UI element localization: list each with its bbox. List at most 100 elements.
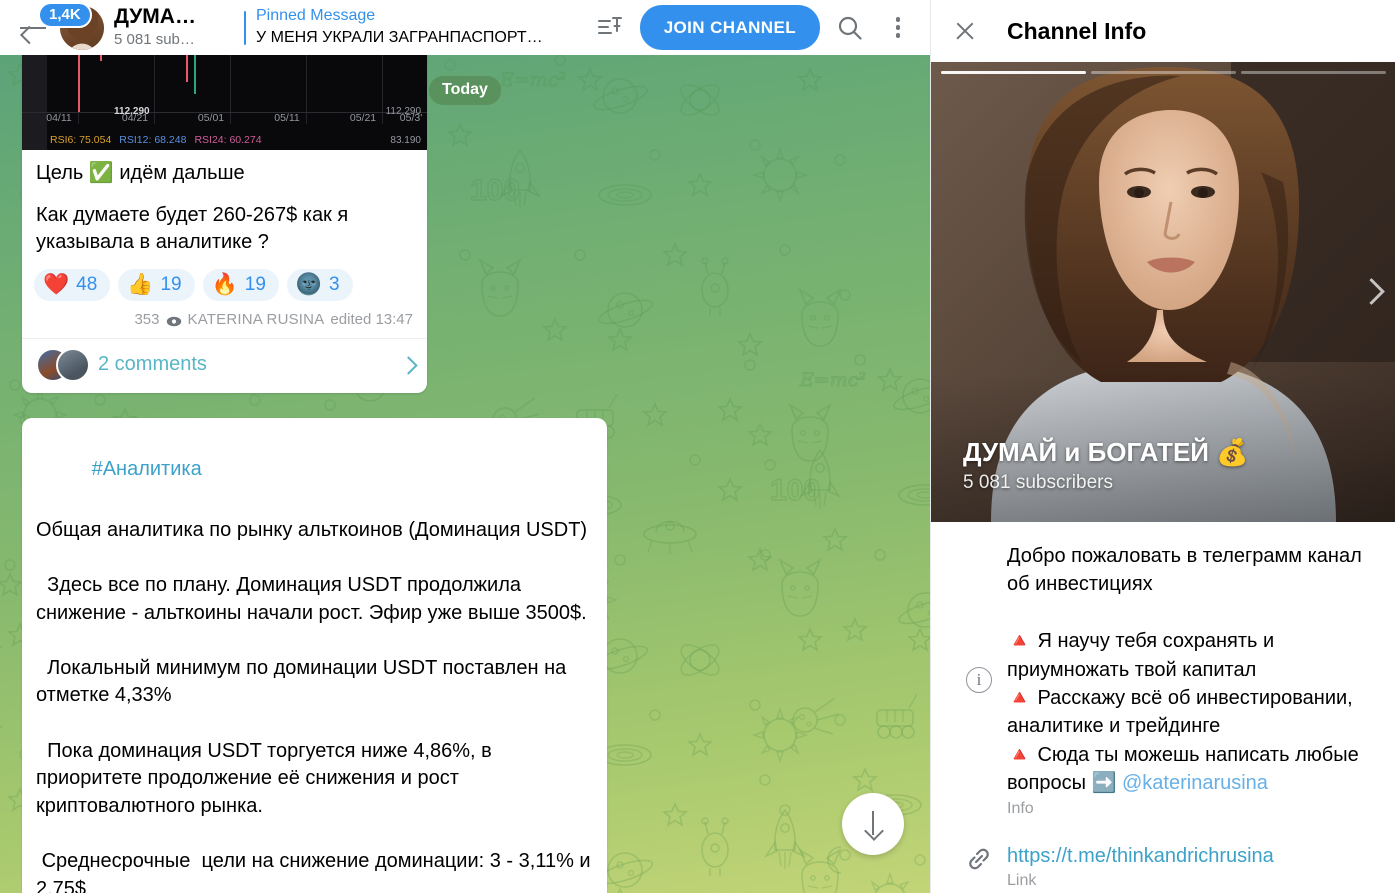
red-triangle-icon: 🔺	[1007, 630, 1032, 653]
chart-candle	[194, 50, 196, 94]
red-triangle-icon: 🔺	[1007, 686, 1032, 709]
reactions-row: ❤️ 48 👍 19 🔥 19 🌚 3	[22, 257, 427, 303]
reaction-chip[interactable]: 🌚 3	[286, 268, 353, 301]
channel-display-name: ДУМАЙ и БОГАТЕЙ 💰	[963, 436, 1249, 467]
chart-attachment[interactable]: 112.290 112.290 04/11 04/21 05/01 05/11 …	[22, 50, 427, 150]
pinned-list-button[interactable]	[588, 6, 632, 50]
info-rows: i Добро пожаловать в телеграмм канал об …	[931, 522, 1395, 893]
channel-subscribers: 5 081 subscribers	[963, 472, 1113, 493]
channel-info-panel: Channel Info ДУМАЙ и БОГАТЕЙ 💰 5 081 sub…	[930, 0, 1395, 893]
hero-caption: ДУМАЙ и БОГАТЕЙ 💰 5 081 subscribers	[963, 437, 1249, 494]
info-row-body: https://t.me/thinkandrichrusina Link	[1007, 842, 1375, 890]
chart-left-gutter	[22, 50, 47, 150]
view-count: 353	[134, 310, 160, 328]
info-row-link[interactable]: https://t.me/thinkandrichrusina Link	[931, 828, 1395, 893]
chart-x-tick: 05/01	[197, 112, 225, 124]
chart-bottom-right-label: 83.190	[390, 135, 421, 146]
date-badge: Today	[429, 76, 501, 105]
message-text-line-2: Как думаете будет 260-267$ как я указыва…	[36, 203, 349, 254]
reaction-count: 48	[76, 273, 98, 295]
close-button[interactable]	[943, 9, 987, 53]
chart-x-tick: 05/11	[274, 112, 300, 124]
reaction-chip[interactable]: 🔥 19	[202, 268, 279, 301]
photo-carousel-indicator	[941, 71, 1386, 74]
info-panel-title: Channel Info	[1007, 17, 1147, 44]
chart-x-tick: 05/3'	[399, 112, 423, 124]
message-author: KATERINA RUSINA	[187, 310, 325, 328]
chart-x-tick: 04/11	[46, 112, 72, 124]
reaction-count: 3	[329, 273, 340, 295]
message-text-line-1: Цель ✅ идём дальше	[36, 162, 245, 184]
pinned-indicator-bar	[244, 10, 246, 45]
info-panel-header: Channel Info	[931, 0, 1395, 62]
info-row-sublabel: Link	[1007, 871, 1037, 889]
more-vertical-icon	[895, 18, 901, 37]
pinned-message-banner[interactable]: Pinned Message У МЕНЯ УКРАЛИ ЗАГРАНПАСПО…	[244, 6, 588, 49]
pinned-list-icon	[597, 16, 622, 34]
desc-part-1: Добро пожаловать в телеграмм канал об ин…	[1007, 545, 1362, 596]
hashtag-link[interactable]: #Аналитика	[92, 458, 202, 480]
message-meta: 353 KATERINA RUSINA edited 13:47	[22, 303, 427, 338]
reaction-emoji: 🔥	[211, 273, 238, 297]
message-bubble-analytics[interactable]: #Аналитика Общая аналитика по рынку альт…	[22, 418, 607, 893]
header-actions: JOIN CHANNEL	[588, 5, 920, 50]
message-list[interactable]: Today 112.290 112.290 04/11 04/21 05/01 …	[0, 0, 930, 893]
link-glyph	[969, 848, 989, 869]
message-edited-time: edited 13:47	[330, 310, 413, 328]
more-options-button[interactable]	[876, 6, 920, 50]
message-bubble-chart[interactable]: 112.290 112.290 04/11 04/21 05/01 05/11 …	[22, 50, 427, 393]
chart-candle	[186, 54, 188, 82]
search-button[interactable]	[828, 6, 872, 50]
chart-candle	[78, 50, 80, 112]
pinned-message-text: У МЕНЯ УКРАЛИ ЗАГРАНПАСПОРТ…	[256, 29, 543, 47]
channel-title-block[interactable]: ДУМА… 5 081 sub…	[114, 5, 232, 50]
desc-part-2: Я научу тебя сохранять и приумножать тво…	[1007, 630, 1275, 681]
avatar	[56, 347, 90, 382]
chat-column: E=mc² 100	[0, 0, 930, 893]
carousel-bar[interactable]	[941, 71, 1086, 74]
comments-bar[interactable]: 2 comments	[22, 337, 427, 393]
reaction-count: 19	[160, 273, 182, 295]
telegram-window: E=mc² 100	[0, 0, 1395, 893]
pinned-label: Pinned Message	[256, 7, 376, 25]
mention-link[interactable]: @katerinarusina	[1122, 772, 1268, 794]
message-text: Общая аналитика по рынку альткоинов (Дом…	[36, 518, 591, 893]
channel-subscriber-count: 5 081 sub…	[114, 31, 195, 49]
join-channel-button[interactable]: JOIN CHANNEL	[639, 5, 820, 50]
info-glyph: i	[966, 666, 992, 693]
channel-photo-hero[interactable]: ДУМАЙ и БОГАТЕЙ 💰 5 081 subscribers	[931, 62, 1395, 522]
info-circle-icon: i	[951, 666, 1007, 693]
chart-rsi-row: RSI6: 75.054 RSI12: 68.248 RSI24: 60.274	[50, 134, 262, 146]
message-hashtag[interactable]: #Аналитика	[22, 418, 607, 511]
reaction-emoji: ❤️	[43, 273, 70, 297]
chat-header: 1,4K ДУМА… 5 081 sub… Pinned Message У М…	[0, 0, 930, 55]
reaction-chip[interactable]: ❤️ 48	[34, 268, 111, 301]
channel-name: ДУМА…	[114, 5, 196, 29]
pinned-texts: Pinned Message У МЕНЯ УКРАЛИ ЗАГРАНПАСПО…	[256, 6, 543, 49]
chart-rsi12-label: RSI12: 68.248	[119, 134, 187, 146]
eye-icon	[166, 314, 182, 327]
chart-x-tick: 05/21	[349, 112, 377, 124]
channel-description: Добро пожаловать в телеграмм канал об ин…	[1007, 542, 1375, 798]
reaction-chip[interactable]: 👍 19	[118, 268, 195, 301]
scroll-to-bottom-button[interactable]	[842, 793, 904, 855]
info-row-sublabel: Info	[1007, 799, 1034, 817]
comments-label: 2 comments	[98, 353, 207, 376]
carousel-bar[interactable]	[1091, 71, 1236, 74]
info-row-body: Добро пожаловать в телеграмм канал об ин…	[1007, 542, 1375, 818]
commenter-avatars	[36, 347, 90, 382]
unread-count-badge: 1,4K	[38, 2, 92, 29]
reaction-emoji: 👍	[127, 273, 154, 297]
info-row-description[interactable]: i Добро пожаловать в телеграмм канал об …	[931, 528, 1395, 828]
chart-rsi24-label: RSI24: 60.274	[194, 134, 262, 146]
desc-part-3: Расскажу всё об инвестировании, аналитик…	[1007, 686, 1353, 738]
carousel-bar[interactable]	[1241, 71, 1386, 74]
reaction-emoji: 🌚	[295, 273, 323, 297]
chart-rsi6-label: RSI6: 75.054	[50, 134, 112, 146]
reaction-count: 19	[244, 273, 266, 295]
search-icon	[838, 16, 862, 40]
channel-invite-link[interactable]: https://t.me/thinkandrichrusina	[1007, 842, 1375, 870]
red-triangle-icon: 🔺	[1007, 743, 1032, 766]
chevron-right-icon[interactable]	[1362, 278, 1378, 304]
link-icon	[951, 842, 1007, 890]
